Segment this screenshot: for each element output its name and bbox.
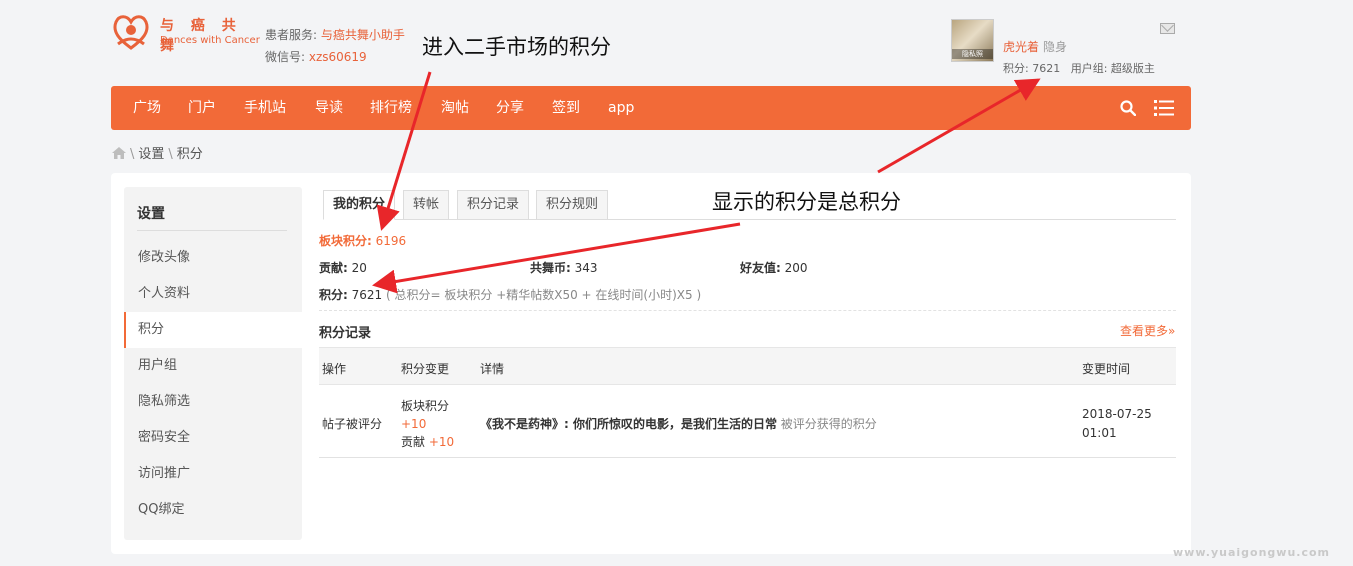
friend-value: 200 bbox=[784, 261, 808, 275]
site-logo[interactable]: 与 癌 共 舞 Dances with Cancer bbox=[110, 10, 260, 55]
row-action: 帖子被评分 bbox=[322, 417, 383, 431]
row-detail-thread-link[interactable]: 《我不是药神》: 你们所惊叹的电影，是我们生活的日常 bbox=[480, 417, 777, 431]
row-change-contrib-value: +10 bbox=[428, 435, 455, 449]
sidebar-item-profile[interactable]: 个人资料 bbox=[124, 276, 302, 312]
sidebar-item-points[interactable]: 积分 bbox=[124, 312, 302, 348]
row-divider bbox=[319, 457, 1176, 458]
service-helper-link[interactable]: 与癌共舞小助手 bbox=[321, 28, 405, 42]
user-name-link[interactable]: 虎光着 bbox=[1003, 40, 1039, 54]
board-points-label: 板块积分: bbox=[319, 234, 372, 248]
logo-text-en: Dances with Cancer bbox=[160, 35, 260, 46]
row-detail-suffix: 被评分获得的积分 bbox=[776, 417, 877, 431]
board-points-value: 6196 bbox=[375, 234, 407, 248]
sidebar-item-usergroup[interactable]: 用户组 bbox=[124, 348, 302, 384]
main-nav: 广场 门户 手机站 导读 排行榜 淘帖 分享 签到 app bbox=[111, 86, 1191, 130]
coin-label: 共舞币: bbox=[530, 261, 571, 275]
nav-item-app[interactable]: app bbox=[608, 86, 634, 130]
nav-item-plaza[interactable]: 广场 bbox=[133, 86, 161, 130]
nav-item-mobile[interactable]: 手机站 bbox=[244, 86, 286, 130]
row-change-board-value: +10 bbox=[401, 417, 427, 431]
nav-item-collection[interactable]: 淘帖 bbox=[441, 86, 469, 130]
user-avatar[interactable]: 隐私照 bbox=[951, 19, 994, 62]
annotation-right: 显示的积分是总积分 bbox=[712, 190, 901, 214]
nav-item-ranking[interactable]: 排行榜 bbox=[370, 86, 412, 130]
avatar-caption: 隐私照 bbox=[952, 49, 993, 59]
breadcrumb-settings[interactable]: 设置 bbox=[138, 147, 164, 162]
contribution-points: 贡献: 20 bbox=[319, 259, 367, 276]
breadcrumb-points[interactable]: 积分 bbox=[177, 147, 203, 162]
sidebar-divider bbox=[137, 230, 287, 231]
user-group-label: 用户组: bbox=[1070, 62, 1111, 75]
nav-item-guide[interactable]: 导读 bbox=[315, 86, 343, 130]
sidebar-item-privacy[interactable]: 隐私筛选 bbox=[124, 384, 302, 420]
breadcrumb: \ 设置 \ 积分 bbox=[112, 143, 203, 162]
tabs-baseline bbox=[323, 219, 1176, 220]
row-time-clock: 01:01 bbox=[1082, 426, 1117, 440]
breadcrumb-separator: \ bbox=[168, 147, 173, 162]
tab-points-log[interactable]: 积分记录 bbox=[457, 190, 530, 220]
breadcrumb-separator: \ bbox=[130, 147, 135, 162]
home-icon[interactable] bbox=[112, 147, 126, 159]
annotation-top: 进入二手市场的积分 bbox=[422, 35, 611, 59]
contribution-label: 贡献: bbox=[319, 261, 348, 275]
search-icon[interactable] bbox=[1120, 100, 1136, 116]
user-points-label: 积分: bbox=[1003, 62, 1033, 75]
sidebar-item-avatar[interactable]: 修改头像 bbox=[124, 240, 302, 276]
mail-icon[interactable] bbox=[1160, 23, 1175, 34]
row-detail: 《我不是药神》: 你们所惊叹的电影，是我们生活的日常 被评分获得的积分 bbox=[480, 415, 877, 432]
nav-item-share[interactable]: 分享 bbox=[496, 86, 524, 130]
total-points-label: 积分: bbox=[319, 288, 348, 302]
header-time: 变更时间 bbox=[1082, 362, 1131, 376]
coin-value: 343 bbox=[574, 261, 598, 275]
nav-item-checkin[interactable]: 签到 bbox=[552, 86, 580, 130]
friend-label: 好友值: bbox=[740, 261, 781, 275]
sidebar-item-promotion[interactable]: 访问推广 bbox=[124, 456, 302, 492]
watermark: www.yuaigongwu.com bbox=[1173, 546, 1331, 559]
logo-heart-icon bbox=[113, 15, 149, 50]
service-info: 患者服务: 与癌共舞小助手 微信号: xzs60619 bbox=[265, 24, 405, 68]
user-name-row: 虎光着 隐身 bbox=[1003, 38, 1067, 55]
user-stats: 积分: 7621 用户组: 超级版主 bbox=[1003, 60, 1155, 76]
tab-transfer[interactable]: 转帐 bbox=[403, 190, 450, 220]
tab-points-rules[interactable]: 积分规则 bbox=[536, 190, 609, 220]
total-points: 积分: 7621 ( 总积分= 板块积分 +精华帖数X50 + 在线时间(小时)… bbox=[319, 286, 701, 303]
section-divider bbox=[319, 310, 1176, 311]
records-title: 积分记录 bbox=[319, 326, 372, 341]
sidebar-item-qq[interactable]: QQ绑定 bbox=[124, 492, 302, 528]
friend-points: 好友值: 200 bbox=[740, 259, 808, 276]
user-group-value[interactable]: 超级版主 bbox=[1111, 62, 1155, 75]
content-card: 设置 修改头像 个人资料 积分 用户组 隐私筛选 密码安全 访问推广 QQ绑定 … bbox=[111, 173, 1191, 554]
board-points: 板块积分: 6196 bbox=[319, 232, 406, 249]
tab-my-points[interactable]: 我的积分 bbox=[323, 190, 396, 220]
view-more-link[interactable]: 查看更多» bbox=[1120, 322, 1175, 339]
row-change-contrib-label: 贡献 bbox=[401, 435, 426, 449]
nav-item-portal[interactable]: 门户 bbox=[188, 86, 216, 130]
invisible-status-link[interactable]: 隐身 bbox=[1043, 40, 1067, 54]
settings-sidebar: 设置 修改头像 个人资料 积分 用户组 隐私筛选 密码安全 访问推广 QQ绑定 bbox=[124, 187, 302, 540]
service-label: 患者服务: bbox=[265, 28, 321, 42]
header-detail: 详情 bbox=[480, 362, 505, 376]
sidebar-item-password[interactable]: 密码安全 bbox=[124, 420, 302, 456]
menu-list-icon[interactable] bbox=[1154, 100, 1174, 116]
contribution-value: 20 bbox=[351, 261, 367, 275]
total-points-value: 7621 bbox=[351, 288, 383, 302]
total-points-formula: ( 总积分= 板块积分 +精华帖数X50 + 在线时间(小时)X5 ) bbox=[386, 288, 702, 302]
row-change: 板块积分 +10 贡献 +10 bbox=[401, 397, 454, 451]
header-change: 积分变更 bbox=[401, 362, 450, 376]
row-time-date: 2018-07-25 bbox=[1082, 407, 1152, 421]
wechat-label: 微信号: bbox=[265, 50, 309, 64]
header-action: 操作 bbox=[322, 362, 347, 376]
coin-points: 共舞币: 343 bbox=[530, 259, 598, 276]
wechat-id-link[interactable]: xzs60619 bbox=[309, 50, 367, 64]
row-change-board-label: 板块积分 bbox=[401, 399, 450, 413]
user-points-value[interactable]: 7621 bbox=[1032, 62, 1060, 75]
row-time: 2018-07-25 01:01 bbox=[1082, 405, 1152, 443]
sidebar-title: 设置 bbox=[137, 206, 165, 222]
